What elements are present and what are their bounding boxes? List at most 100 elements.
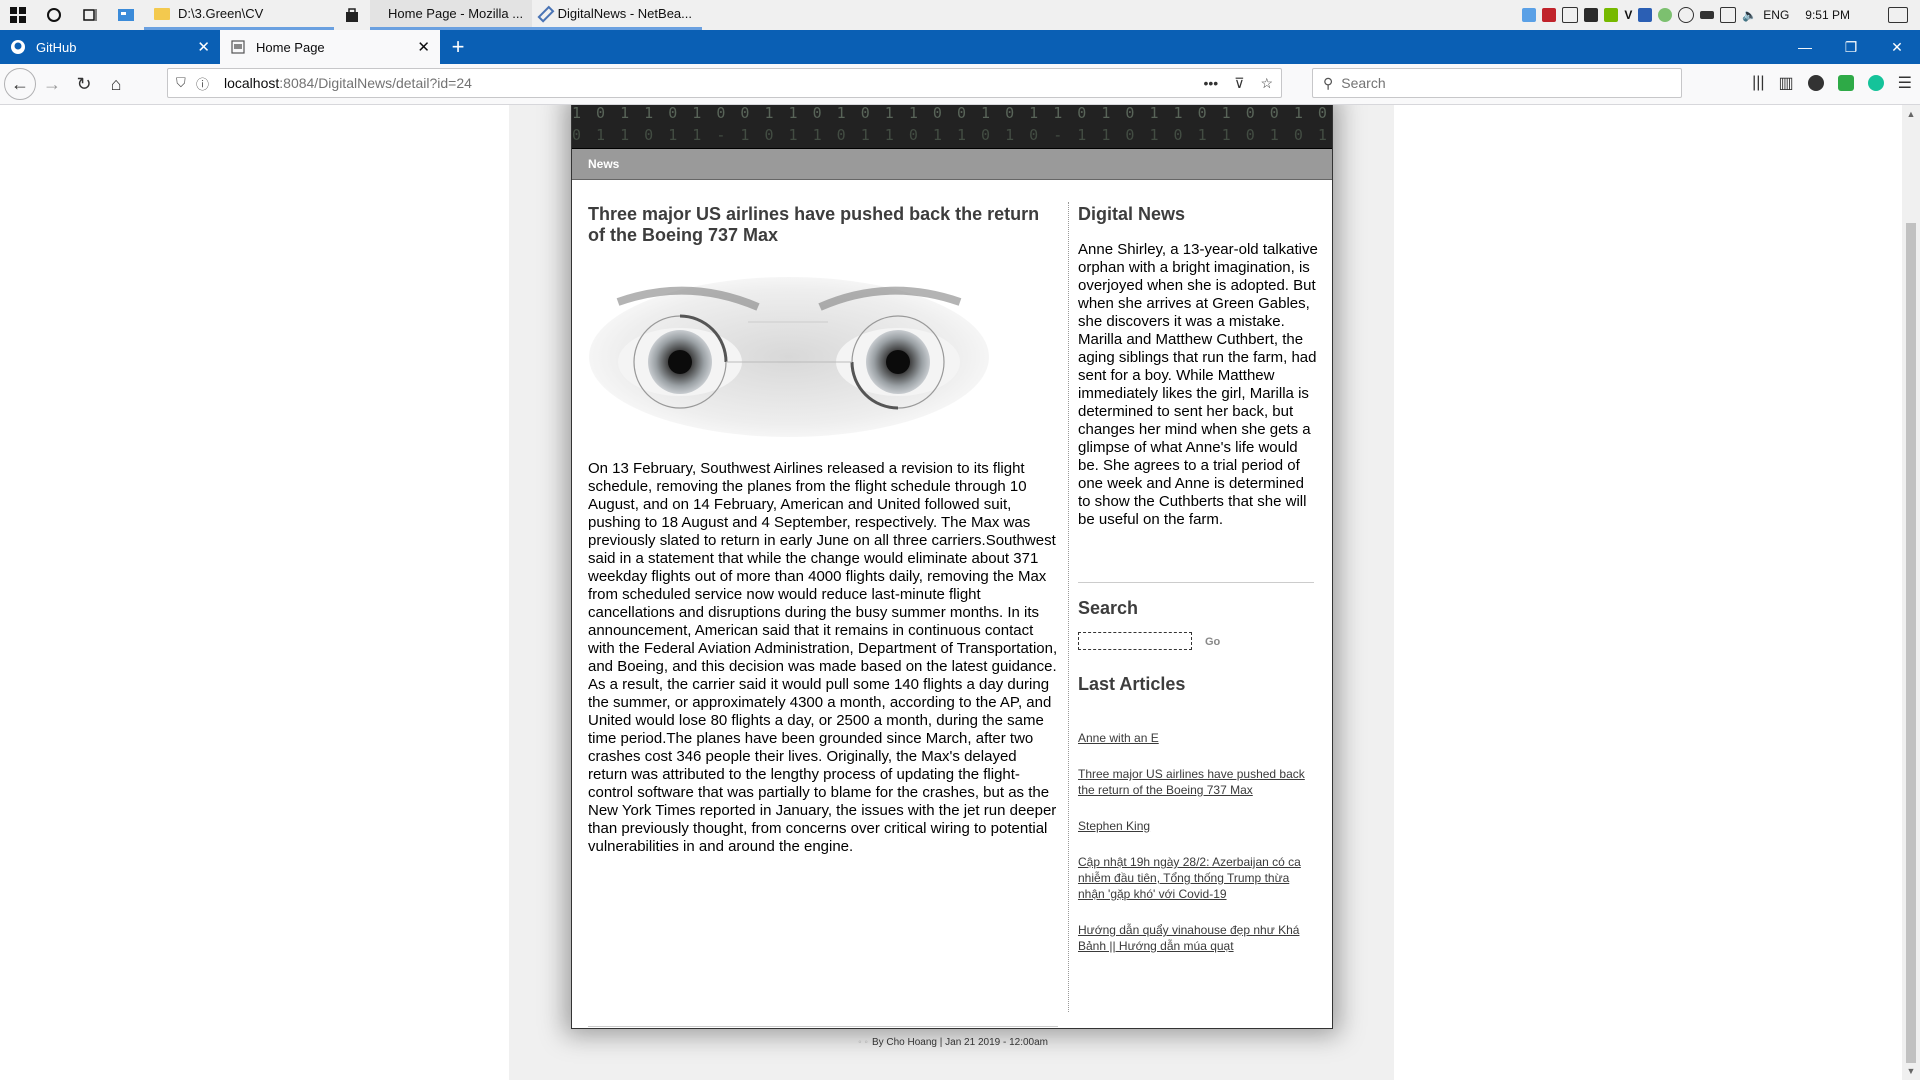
sidebar-toggle-icon[interactable]: ▥ — [1779, 73, 1794, 93]
tracking-protection-icon[interactable]: ⛉ — [176, 75, 196, 91]
search-icon: ⚲ — [1323, 74, 1334, 91]
window-controls: — ❐ ✕ — [1782, 30, 1920, 64]
pocket-icon[interactable]: ⊽ — [1234, 75, 1244, 92]
language-indicator[interactable]: ENG — [1763, 8, 1789, 22]
article: Three major US airlines have pushed back… — [588, 204, 1058, 1048]
tray-app-dark-icon[interactable] — [1584, 8, 1599, 22]
vpn-icon[interactable]: V — [1624, 8, 1632, 22]
toolbar-right: ||| ▥ ☰ — [1752, 68, 1912, 98]
onedrive-icon[interactable] — [1522, 8, 1537, 22]
reload-button[interactable]: ↻ — [68, 68, 100, 100]
article-link[interactable]: Hướng dẫn quẩy vinahouse đẹp như Khá Bản… — [1078, 922, 1314, 954]
restore-button[interactable]: ❐ — [1828, 30, 1874, 64]
menu-hamburger-icon[interactable]: ☰ — [1898, 73, 1912, 93]
task-view-icon[interactable] — [72, 0, 108, 30]
navigation-toolbar: ← → ↻ ⌂ ⛉ ⓘ localhost:8084/DigitalNews/d… — [0, 64, 1920, 105]
folder-icon — [154, 7, 170, 20]
sidebar: Digital News Anne Shirley, a 13-year-old… — [1078, 204, 1318, 953]
grammarly-icon[interactable] — [1867, 75, 1884, 91]
back-button[interactable]: ← — [4, 68, 36, 100]
tab-close-icon[interactable]: ✕ — [197, 38, 210, 56]
article-link[interactable]: Stephen King — [1078, 818, 1314, 834]
page-scrollbar[interactable]: ▲ ▼ — [1902, 105, 1920, 1080]
tab-label: Home Page — [256, 39, 325, 55]
browser-tab-strip: GitHub ✕ Home Page ✕ + — ❐ ✕ — [0, 30, 1920, 64]
tray-app-red-icon[interactable] — [1542, 8, 1557, 22]
url-path: :8084/DigitalNews/detail?id=24 — [279, 75, 472, 91]
address-bar[interactable]: ⛉ ⓘ localhost:8084/DigitalNews/detail?id… — [167, 68, 1282, 98]
url-actions: ••• ⊽ ☆ — [1203, 75, 1273, 92]
article-link[interactable]: Cập nhật 19h ngày 28/2: Azerbaijan có ca… — [1078, 854, 1314, 902]
adblock-shield-icon[interactable] — [1837, 75, 1854, 91]
last-articles-list: Anne with an E Three major US airlines h… — [1078, 730, 1314, 974]
banner-decoration: 1 0 1 1 0 1 0 0 1 1 0 1 0 1 1 0 0 1 0 1 … — [572, 105, 1332, 122]
taskbar-app-firefox[interactable]: Home Page - Mozilla ... — [370, 0, 532, 30]
network-icon[interactable] — [1720, 7, 1737, 23]
article-body: On 13 February, Southwest Airlines relea… — [588, 460, 1058, 855]
about-heading: Digital News — [1078, 204, 1186, 224]
article-byline: ◦ ◦ By Cho Hoang | Jan 21 2019 - 12:00am — [858, 1037, 1048, 1048]
nvidia-icon[interactable] — [1604, 8, 1619, 22]
site-menu-bar: News — [572, 149, 1332, 180]
search-placeholder: Search — [1341, 75, 1386, 91]
site-info-icon[interactable]: ⓘ — [196, 74, 216, 93]
scrollbar-thumb[interactable] — [1906, 223, 1916, 1063]
site-container: 1 0 1 1 0 1 0 0 1 1 0 1 0 1 1 0 0 1 0 1 … — [571, 105, 1333, 1048]
account-icon[interactable] — [1807, 75, 1824, 91]
taskbar-app-netbeans[interactable]: DigitalNews - NetBea... — [532, 0, 702, 30]
scroll-down-arrow-icon[interactable]: ▼ — [1902, 1062, 1920, 1080]
volume-icon[interactable]: 🔈 — [1742, 8, 1757, 22]
bookmark-star-icon[interactable]: ☆ — [1260, 75, 1273, 92]
forward-button[interactable]: → — [36, 68, 68, 100]
menu-item-news[interactable]: News — [588, 157, 619, 171]
article-title: Three major US airlines have pushed back… — [588, 204, 1040, 245]
close-window-button[interactable]: ✕ — [1874, 30, 1920, 64]
search-go-button[interactable]: Go — [1205, 636, 1220, 648]
article-image — [588, 262, 990, 440]
site-search-input[interactable] — [1078, 632, 1192, 650]
notification-center-icon[interactable] — [1888, 7, 1908, 23]
search-bar[interactable]: ⚲ Search — [1312, 68, 1682, 98]
search-heading: Search — [1078, 598, 1139, 618]
library-icon[interactable]: ||| — [1752, 74, 1764, 92]
github-icon — [10, 39, 26, 55]
home-button[interactable]: ⌂ — [100, 68, 132, 100]
shield-icon[interactable] — [1562, 7, 1579, 23]
control-panel-icon[interactable] — [108, 0, 144, 30]
taskbar-app-label: DigitalNews - NetBea... — [557, 6, 692, 21]
tab-close-icon[interactable]: ✕ — [417, 38, 430, 56]
scroll-up-arrow-icon[interactable]: ▲ — [1902, 105, 1920, 123]
battery-icon[interactable] — [1700, 11, 1715, 19]
about-text: Anne Shirley, a 13-year-old talkative or… — [1078, 241, 1318, 528]
last-articles-heading: Last Articles — [1078, 674, 1186, 694]
site-banner: 1 0 1 1 0 1 0 0 1 1 0 1 0 1 1 0 0 1 0 1 … — [572, 105, 1332, 149]
taskbar-app-label: D:\3.Green\CV — [178, 6, 264, 21]
page-actions-icon[interactable]: ••• — [1203, 75, 1218, 92]
article-link[interactable]: Three major US airlines have pushed back… — [1078, 766, 1314, 798]
clock[interactable]: 9:51 PM — [1805, 8, 1850, 22]
tab-label: GitHub — [36, 39, 77, 55]
column-divider — [1068, 202, 1069, 1012]
url-text[interactable]: localhost:8084/DigitalNews/detail?id=24 — [224, 75, 472, 91]
cortana-search-icon[interactable] — [36, 0, 72, 30]
windows-taskbar: D:\3.Green\CV Home Page - Mozilla ... Di… — [0, 0, 1920, 31]
article-footer: ◦ ◦ By Cho Hoang | Jan 21 2019 - 12:00am — [588, 1026, 1058, 1048]
taskbar-app-explorer[interactable]: D:\3.Green\CV — [144, 0, 334, 30]
tray-app-icon[interactable] — [1678, 7, 1695, 23]
system-tray: V 🔈 ENG 9:51 PM — [1522, 0, 1920, 30]
minimize-button[interactable]: — — [1782, 30, 1828, 64]
byline-text: By Cho Hoang | Jan 21 2019 - 12:00am — [871, 1037, 1048, 1048]
article-link[interactable]: Anne with an E — [1078, 730, 1314, 746]
banner-decoration: 0 1 1 0 1 1 - 1 0 1 1 0 1 1 0 1 1 0 1 0 … — [572, 126, 1332, 144]
tab-home-page[interactable]: Home Page ✕ — [220, 30, 440, 64]
byline-icon: ◦ ◦ — [858, 1037, 868, 1048]
tray-check-icon[interactable] — [1658, 8, 1673, 22]
taskbar-app-label: Home Page - Mozilla ... — [388, 6, 524, 21]
netbeans-icon — [537, 5, 555, 22]
tab-github[interactable]: GitHub ✕ — [0, 30, 220, 64]
store-icon[interactable] — [334, 0, 370, 30]
page-icon — [230, 39, 246, 55]
windows-start-icon[interactable] — [0, 0, 36, 30]
word-icon[interactable] — [1638, 8, 1653, 22]
new-tab-button[interactable]: + — [440, 30, 476, 64]
